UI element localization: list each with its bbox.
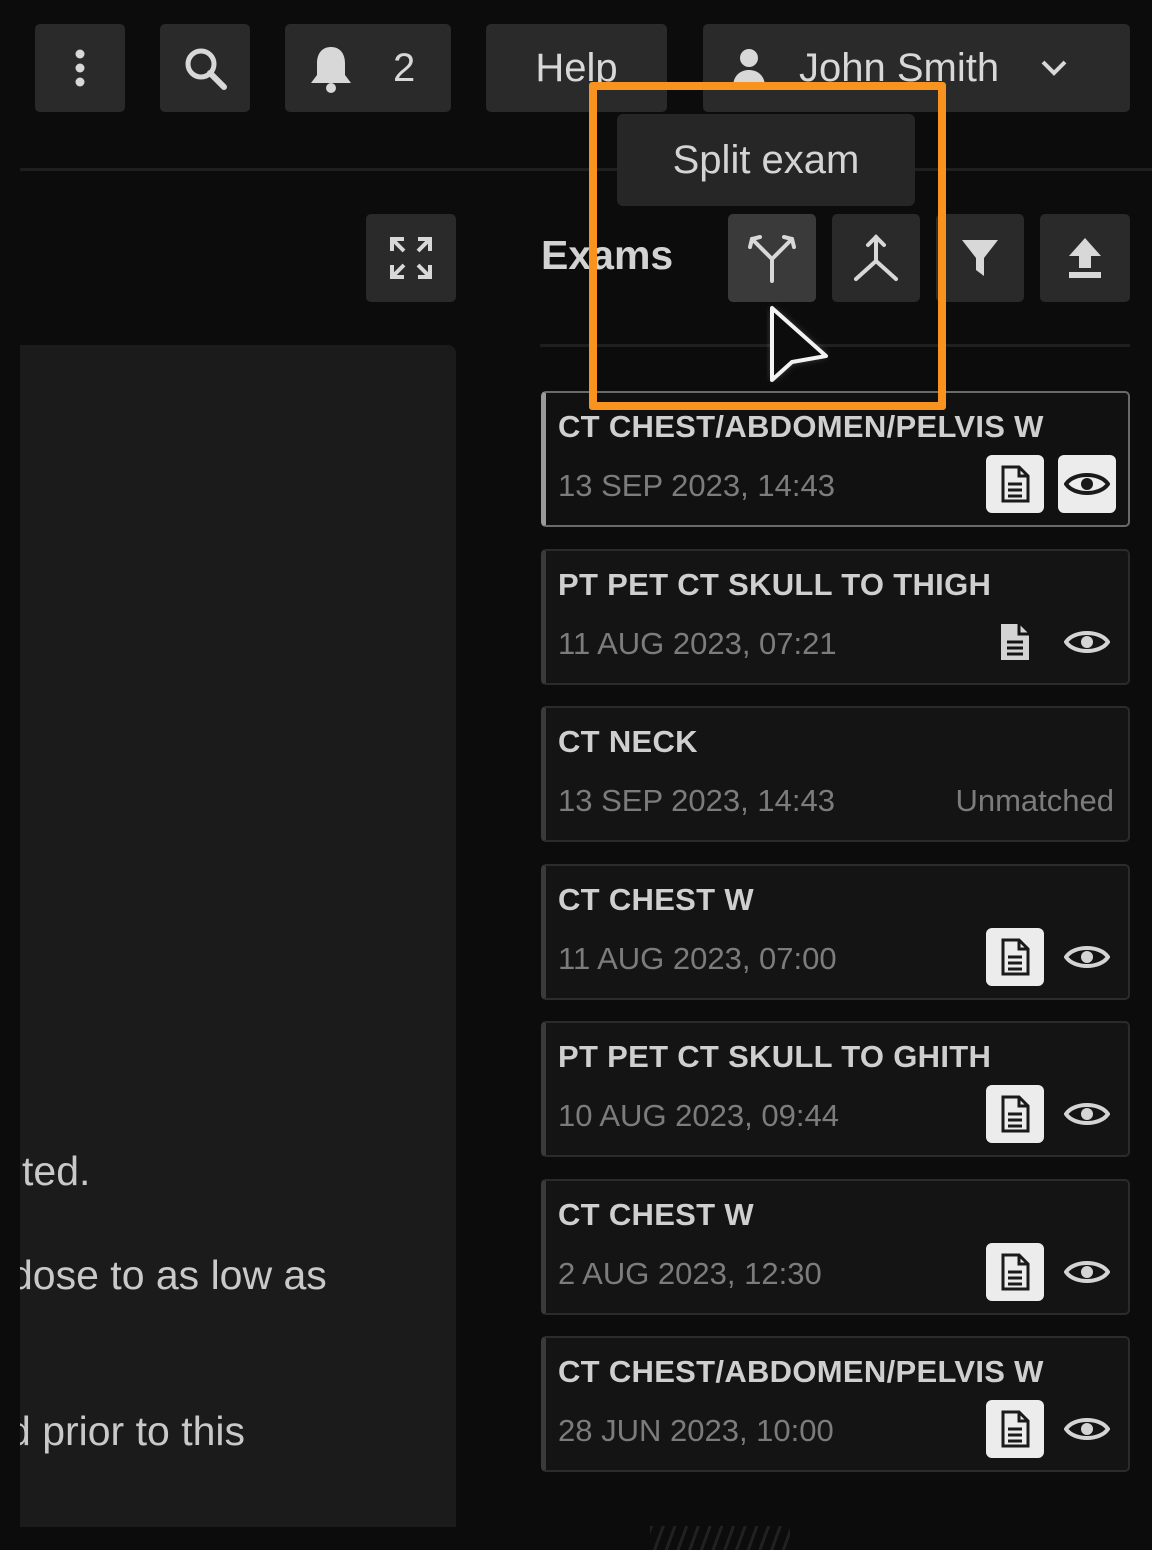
more-menu-button[interactable] (35, 24, 125, 112)
header-divider (20, 168, 1152, 171)
exam-card[interactable]: CT CHEST/ABDOMEN/PELVIS W 13 SEP 2023, 1… (541, 391, 1130, 527)
scroll-hint (650, 1526, 790, 1550)
report-text-line-2: dose to as low as (20, 1252, 327, 1298)
more-vertical-icon (75, 49, 85, 87)
eye-icon (1064, 946, 1110, 968)
report-button[interactable] (986, 455, 1044, 513)
cursor-icon (770, 306, 828, 382)
eye-icon (1064, 1418, 1110, 1440)
report-button[interactable] (986, 613, 1044, 671)
eye-icon (1064, 631, 1110, 653)
exam-card[interactable]: CT CHEST/ABDOMEN/PELVIS W 28 JUN 2023, 1… (541, 1336, 1130, 1472)
exam-title: CT CHEST/ABDOMEN/PELVIS W (558, 1354, 1044, 1389)
report-text-line-1: ted. (22, 1148, 91, 1194)
view-button[interactable] (1058, 928, 1116, 986)
filter-icon (962, 240, 998, 276)
exam-title: CT CHEST W (558, 1197, 754, 1232)
expand-button[interactable] (366, 214, 456, 302)
view-button[interactable] (1058, 455, 1116, 513)
view-button[interactable] (1058, 1085, 1116, 1143)
report-panel (20, 345, 456, 1527)
document-icon (1001, 465, 1030, 503)
exam-date: 13 SEP 2023, 14:43 (558, 468, 835, 503)
view-button[interactable] (1058, 1400, 1116, 1458)
exam-date: 13 SEP 2023, 14:43 (558, 783, 835, 818)
exam-title: CT CHEST/ABDOMEN/PELVIS W (558, 409, 1044, 444)
view-button[interactable] (1058, 613, 1116, 671)
expand-icon (390, 237, 432, 279)
exam-title: CT NECK (558, 724, 698, 759)
eye-icon (1064, 1103, 1110, 1125)
search-button[interactable] (160, 24, 250, 112)
view-button[interactable] (1058, 1243, 1116, 1301)
eye-icon (1064, 1261, 1110, 1283)
exam-title: PT PET CT SKULL TO GHITH (558, 1039, 992, 1074)
upload-icon (1069, 238, 1101, 278)
exam-status: Unmatched (955, 783, 1114, 818)
exam-date: 10 AUG 2023, 09:44 (558, 1098, 839, 1133)
exam-card[interactable]: CT CHEST W 11 AUG 2023, 07:00 (541, 864, 1130, 1000)
report-button[interactable] (986, 1085, 1044, 1143)
exam-date: 28 JUN 2023, 10:00 (558, 1413, 834, 1448)
bell-icon (311, 47, 351, 93)
document-icon (1001, 1410, 1030, 1448)
document-icon (1001, 938, 1030, 976)
report-text-line-3: d prior to this (20, 1408, 245, 1454)
report-button[interactable] (986, 1243, 1044, 1301)
exam-title: PT PET CT SKULL TO THIGH (558, 567, 992, 602)
notifications-count: 2 (393, 45, 416, 90)
eye-icon (1064, 473, 1110, 495)
filter-button[interactable] (936, 214, 1024, 302)
document-icon (1001, 1253, 1030, 1291)
report-button[interactable] (986, 1400, 1044, 1458)
chevron-down-icon (1041, 60, 1067, 76)
exam-title: CT CHEST W (558, 882, 754, 917)
exam-date: 11 AUG 2023, 07:21 (558, 626, 837, 661)
exam-card[interactable]: CT CHEST W 2 AUG 2023, 12:30 (541, 1179, 1130, 1315)
notifications-button[interactable]: 2 (285, 24, 451, 112)
search-icon (185, 48, 227, 90)
exam-card[interactable]: PT PET CT SKULL TO GHITH 10 AUG 2023, 09… (541, 1021, 1130, 1157)
exam-card[interactable]: CT NECK 13 SEP 2023, 14:43 Unmatched (541, 706, 1130, 842)
exam-date: 2 AUG 2023, 12:30 (558, 1256, 822, 1291)
document-icon (1001, 624, 1029, 660)
exam-card[interactable]: PT PET CT SKULL TO THIGH 11 AUG 2023, 07… (541, 549, 1130, 685)
upload-button[interactable] (1040, 214, 1130, 302)
document-icon (1001, 1095, 1030, 1133)
exam-date: 11 AUG 2023, 07:00 (558, 941, 837, 976)
report-button[interactable] (986, 928, 1044, 986)
